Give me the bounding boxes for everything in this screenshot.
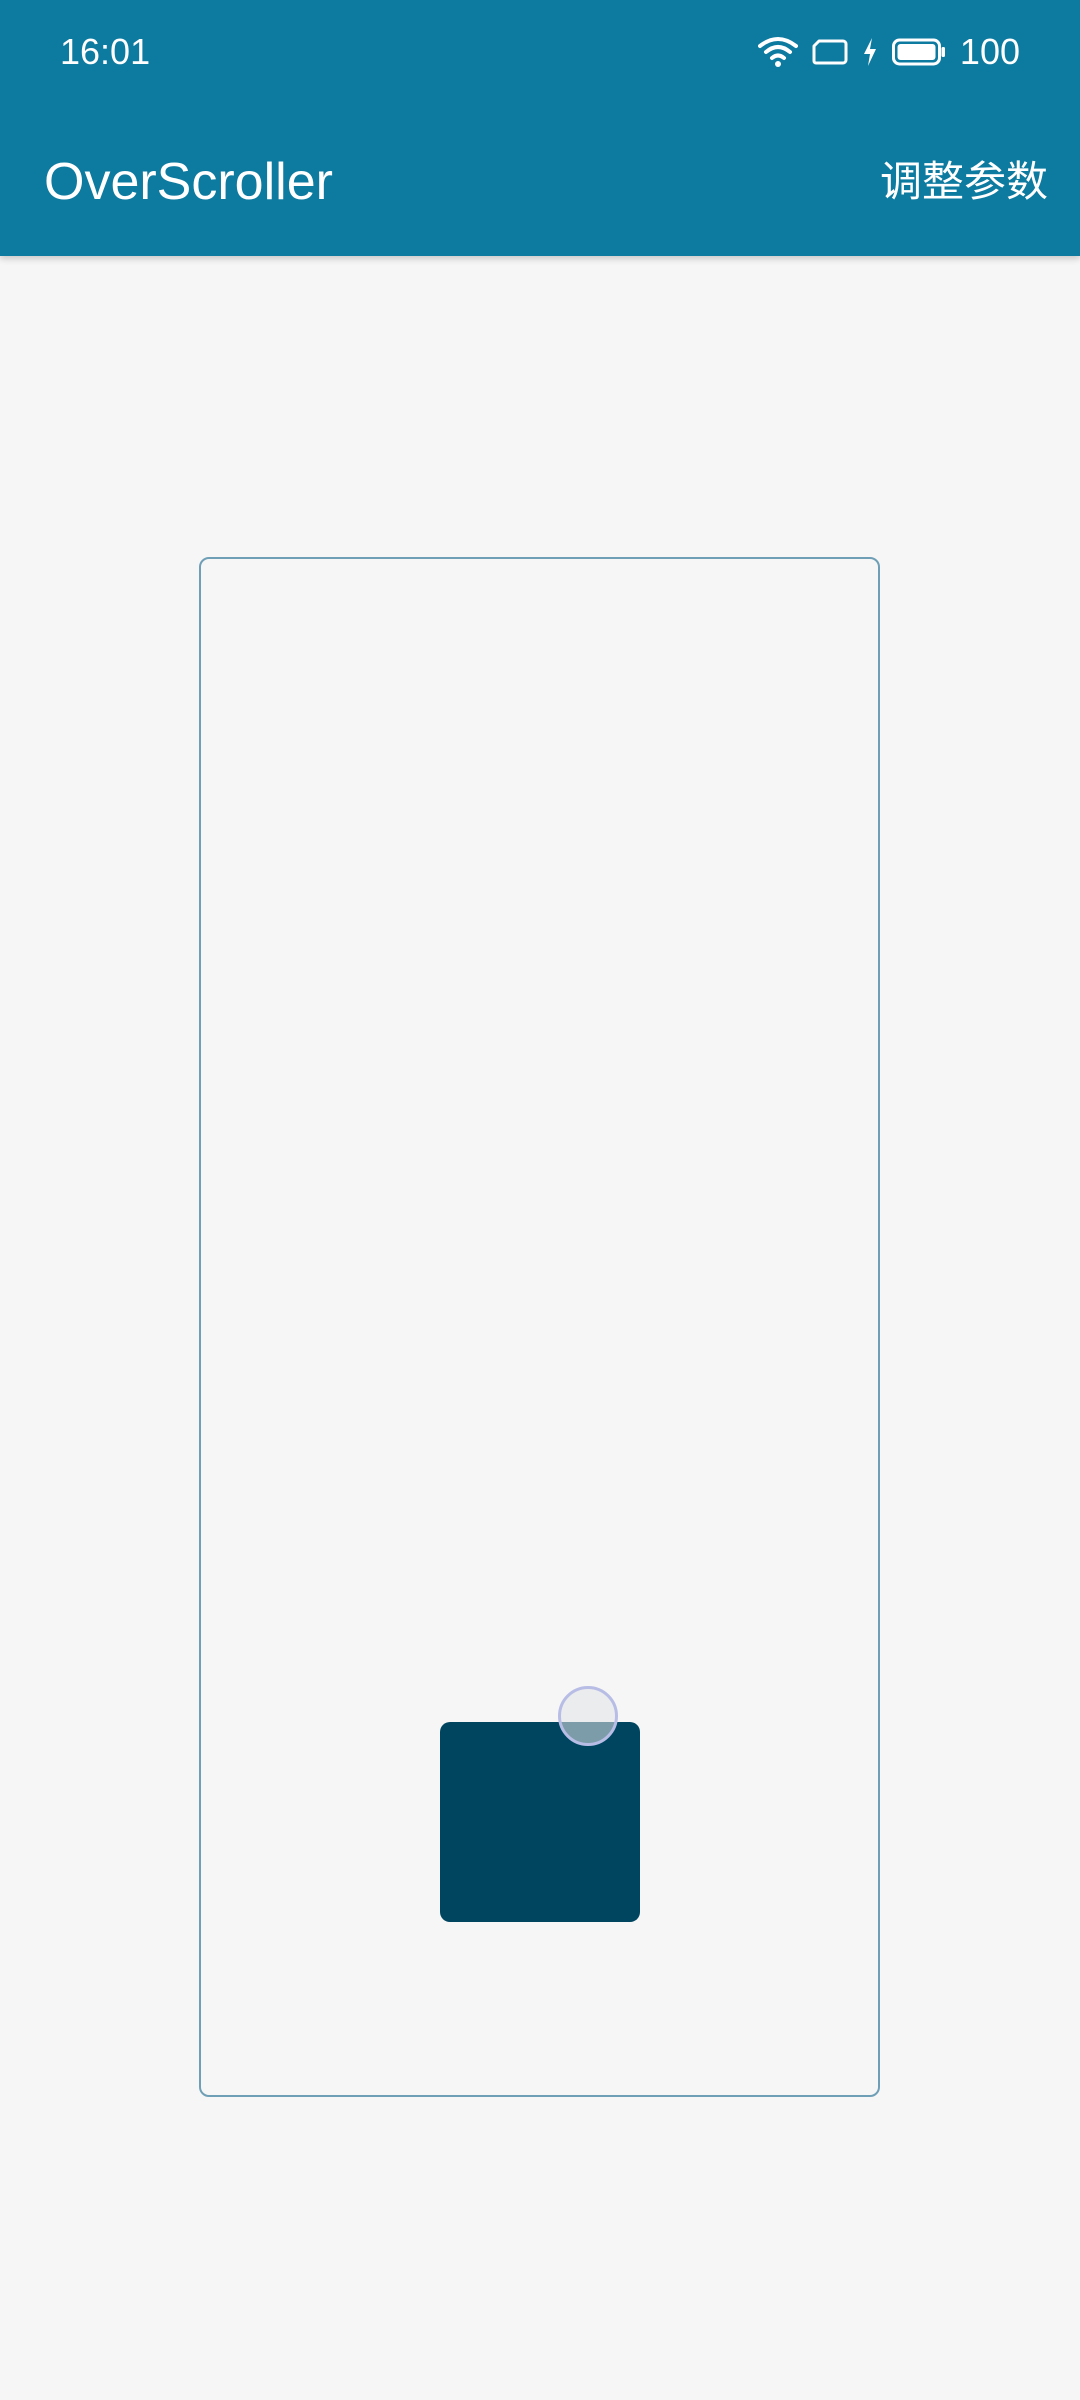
page-title: OverScroller — [44, 153, 333, 211]
status-icons: 100 — [757, 28, 1020, 76]
wifi-icon — [757, 36, 798, 68]
draggable-block[interactable] — [440, 1722, 640, 1922]
status-time: 16:01 — [60, 31, 151, 72]
battery-level: 100 — [959, 31, 1020, 72]
status-bar: 16:01 100 — [0, 0, 1080, 100]
battery-icon — [891, 37, 946, 67]
app-bar: 16:01 100 OverScroller 调整参数 — [0, 0, 1080, 256]
adjust-params-button[interactable]: 调整参数 — [880, 154, 1048, 210]
charging-icon — [862, 37, 878, 67]
touch-indicator — [558, 1686, 618, 1746]
cast-icon — [812, 37, 848, 67]
